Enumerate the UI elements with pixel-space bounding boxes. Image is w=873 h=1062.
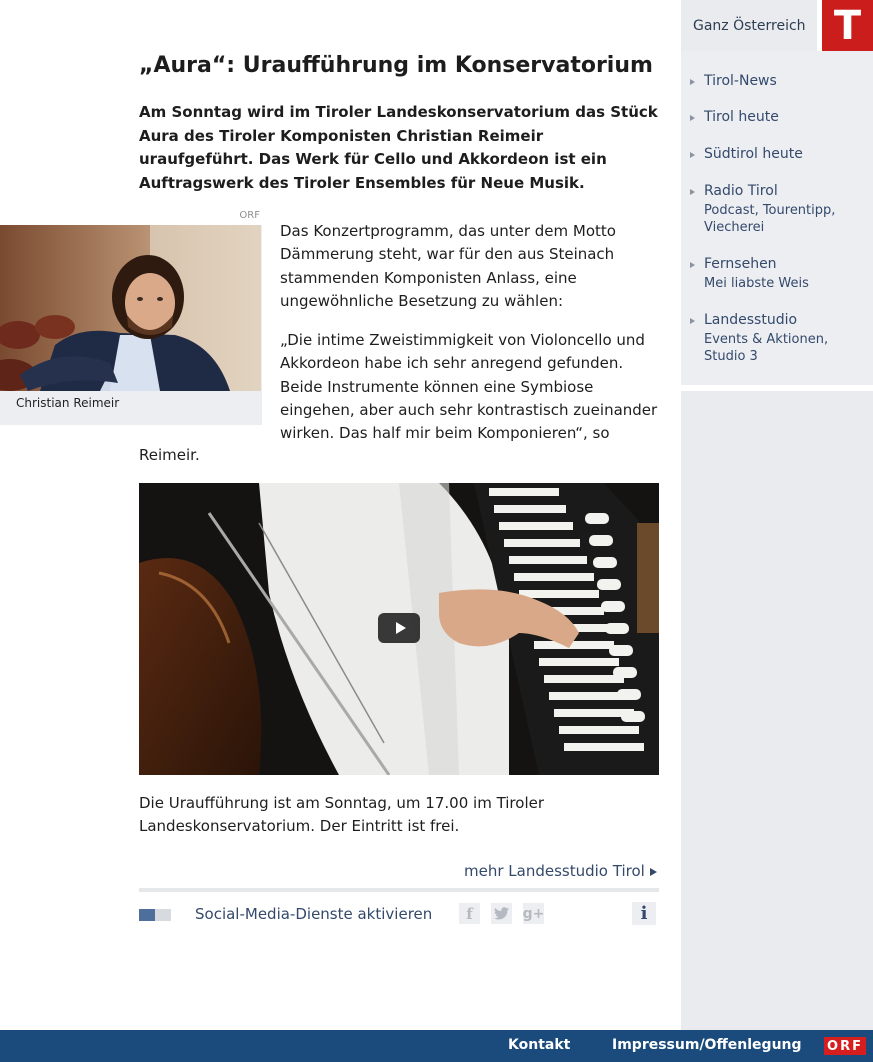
play-button[interactable] <box>378 613 420 643</box>
article-title: „Aura“: Uraufführung im Konservatorium <box>139 53 653 78</box>
sidebar-item-sublinks[interactable]: Mei liabste Weis <box>704 275 869 292</box>
toggle-knob <box>139 909 155 921</box>
footer-impressum-link[interactable]: Impressum/Offenlegung <box>612 1037 802 1053</box>
facebook-icon[interactable]: f <box>459 903 480 924</box>
triangle-right-icon <box>690 79 695 85</box>
googleplus-icon[interactable]: g+ <box>523 903 544 924</box>
sidebar-item-label[interactable]: Tirol-News <box>704 73 777 89</box>
region-switch-button[interactable]: Ganz Österreich <box>681 0 817 51</box>
twitter-bird-icon <box>494 907 509 920</box>
sidebar-item-label[interactable]: Südtirol heute <box>704 146 803 162</box>
more-landesstudio-link[interactable]: mehr Landesstudio Tirol <box>464 862 645 880</box>
triangle-right-icon <box>690 262 695 268</box>
article-paragraph: Die Uraufführung ist am Sonntag, um 17.0… <box>139 794 545 836</box>
sidebar-item-sublinks[interactable]: Events & Aktionen, Studio 3 <box>704 331 869 365</box>
article-lead: Am Sonntag wird im Tiroler Landeskonserv… <box>139 103 658 192</box>
triangle-right-icon <box>690 115 695 121</box>
article-quote-end: Reimeir. <box>139 446 200 464</box>
triangle-right-icon <box>690 152 695 158</box>
sidebar-item-label[interactable]: Landesstudio <box>704 312 797 328</box>
article-quote: „Die intime Zweistimmigkeit von Violonce… <box>280 331 658 443</box>
twitter-icon[interactable] <box>491 903 512 924</box>
region-bar: Ganz Österreich T <box>681 0 873 51</box>
footer-kontakt-link[interactable]: Kontakt <box>508 1037 570 1053</box>
photo-caption: Christian Reimeir <box>16 396 120 410</box>
triangle-right-icon <box>690 318 695 324</box>
sidebar-item-sublinks[interactable]: Podcast, Tourentipp, Viecherei <box>704 202 869 236</box>
sidebar: Ganz Österreich T Tirol-News Tirol heute… <box>681 0 873 1030</box>
triangle-right-icon <box>690 189 695 195</box>
sidebar-nav: Tirol-News Tirol heute Südtirol heute Ra… <box>681 51 873 385</box>
sidebar-divider <box>681 385 873 391</box>
info-icon[interactable]: i <box>632 902 656 925</box>
triangle-right-icon <box>650 868 657 876</box>
sidebar-item-label[interactable]: Radio Tirol <box>704 183 778 199</box>
sidebar-item-label[interactable]: Fernsehen <box>704 256 777 272</box>
divider <box>139 888 659 892</box>
social-media-toggle[interactable] <box>139 909 171 921</box>
tirol-logo[interactable]: T <box>822 0 873 51</box>
portrait-photo <box>0 225 261 391</box>
photo-credit: ORF <box>0 205 262 225</box>
portrait-image <box>0 225 261 391</box>
sidebar-item-label[interactable]: Tirol heute <box>704 109 779 125</box>
article-paragraph: Das Konzertprogramm, das unter dem Motto… <box>280 222 616 310</box>
footer: Kontakt Impressum/Offenlegung ORF <box>0 1030 873 1062</box>
social-media-activate-label[interactable]: Social-Media-Dienste aktivieren <box>195 905 432 923</box>
photo-box: ORF Christian Reimeir <box>0 205 262 425</box>
play-icon <box>395 622 406 634</box>
orf-logo[interactable]: ORF <box>824 1037 866 1055</box>
video-player[interactable] <box>139 483 659 775</box>
